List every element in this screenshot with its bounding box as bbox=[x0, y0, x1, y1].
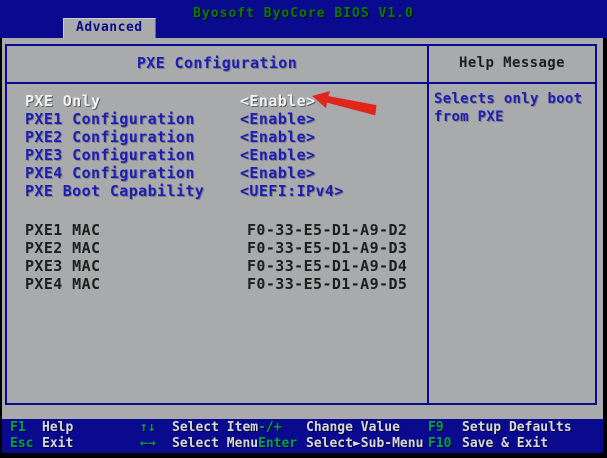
info-row-pxe3-mac: PXE3 MAC F0-33-E5-D1-A9-D4 bbox=[7, 257, 427, 275]
titlebar: Byosoft ByoCore BIOS V1.0 Advanced bbox=[0, 0, 607, 38]
pxe-configuration-panel: PXE Configuration Help Message PXE Only … bbox=[5, 44, 597, 405]
mac-label: PXE2 MAC bbox=[25, 239, 247, 257]
setting-row-pxe-boot-capability[interactable]: PXE Boot Capability <UEFI:IPv4> bbox=[7, 182, 427, 200]
shortcut-action: Save & Exit bbox=[462, 436, 548, 451]
shortcut-f9-setup-defaults: F9Setup Defaults bbox=[428, 420, 603, 436]
info-row-pxe4-mac: PXE4 MAC F0-33-E5-D1-A9-D5 bbox=[7, 275, 427, 293]
setting-value[interactable]: <Enable> bbox=[240, 92, 315, 110]
panel-header: PXE Configuration Help Message bbox=[7, 46, 595, 84]
info-row-pxe2-mac: PXE2 MAC F0-33-E5-D1-A9-D3 bbox=[7, 239, 427, 257]
setting-row-pxe2-configuration[interactable]: PXE2 Configuration <Enable> bbox=[7, 128, 427, 146]
shortcut-updown-select-item: ↑↓Select Item bbox=[140, 420, 258, 436]
shortcut-esc-exit: EscExit bbox=[10, 436, 140, 452]
shortcut-f10-save-exit: F10Save & Exit bbox=[428, 436, 603, 452]
tab-advanced[interactable]: Advanced bbox=[63, 18, 156, 38]
setting-value[interactable]: <UEFI:IPv4> bbox=[240, 182, 344, 200]
shortcut-action: Exit bbox=[42, 436, 73, 451]
key-f10: F10 bbox=[428, 436, 462, 452]
up-down-arrows-icon: ↑↓ bbox=[140, 420, 172, 436]
shortcut-action: Setup Defaults bbox=[462, 420, 572, 435]
shortcut-action: Select Menu bbox=[172, 436, 258, 451]
setting-value[interactable]: <Enable> bbox=[240, 128, 315, 146]
setting-value[interactable]: <Enable> bbox=[240, 146, 315, 164]
mac-value: F0-33-E5-D1-A9-D2 bbox=[247, 221, 407, 239]
mac-label: PXE3 MAC bbox=[25, 257, 247, 275]
key-minus-plus: -/+ bbox=[258, 420, 306, 436]
panel-body: PXE Only <Enable> PXE1 Configuration <En… bbox=[7, 84, 595, 403]
key-f9: F9 bbox=[428, 420, 462, 436]
info-row-pxe1-mac: PXE1 MAC F0-33-E5-D1-A9-D2 bbox=[7, 221, 427, 239]
setting-value[interactable]: <Enable> bbox=[240, 164, 315, 182]
shortcut-bar: F1Help EscExit ↑↓Select Item ←→Select Me… bbox=[2, 419, 603, 453]
shortcut-action: Select Item bbox=[172, 420, 258, 435]
spacer bbox=[7, 200, 427, 221]
help-message-text: Selects only boot from PXE bbox=[427, 84, 595, 403]
shortcut-f1-help: F1Help bbox=[10, 420, 140, 436]
shortcut-action: Change Value bbox=[306, 420, 400, 435]
setting-label: PXE Only bbox=[25, 92, 240, 110]
shortcut-action: Help bbox=[42, 420, 73, 435]
setting-label: PXE1 Configuration bbox=[25, 110, 240, 128]
shortcut-minusplus-change-value: -/+Change Value bbox=[258, 420, 428, 436]
setting-label: PXE4 Configuration bbox=[25, 164, 240, 182]
setting-label: PXE3 Configuration bbox=[25, 146, 240, 164]
setting-value[interactable]: <Enable> bbox=[240, 110, 315, 128]
left-right-arrows-icon: ←→ bbox=[140, 436, 172, 452]
mac-label: PXE1 MAC bbox=[25, 221, 247, 239]
setting-row-pxe4-configuration[interactable]: PXE4 Configuration <Enable> bbox=[7, 164, 427, 182]
key-esc: Esc bbox=[10, 436, 42, 452]
shortcut-action: Select►Sub-Menu bbox=[306, 436, 423, 451]
bios-screen: Byosoft ByoCore BIOS V1.0 Advanced PXE C… bbox=[0, 0, 607, 458]
key-enter: Enter bbox=[258, 436, 306, 452]
setting-label: PXE Boot Capability bbox=[25, 182, 240, 200]
setting-label: PXE2 Configuration bbox=[25, 128, 240, 146]
shortcut-enter-submenu: EnterSelect►Sub-Menu bbox=[258, 436, 428, 452]
mac-value: F0-33-E5-D1-A9-D4 bbox=[247, 257, 407, 275]
mac-label: PXE4 MAC bbox=[25, 275, 247, 293]
help-message-title: Help Message bbox=[427, 46, 595, 82]
settings-list: PXE Only <Enable> PXE1 Configuration <En… bbox=[7, 84, 427, 403]
setting-row-pxe3-configuration[interactable]: PXE3 Configuration <Enable> bbox=[7, 146, 427, 164]
section-title: PXE Configuration bbox=[7, 46, 427, 82]
shortcut-leftright-select-menu: ←→Select Menu bbox=[140, 436, 258, 452]
mac-value: F0-33-E5-D1-A9-D5 bbox=[247, 275, 407, 293]
key-f1: F1 bbox=[10, 420, 42, 436]
mac-value: F0-33-E5-D1-A9-D3 bbox=[247, 239, 407, 257]
